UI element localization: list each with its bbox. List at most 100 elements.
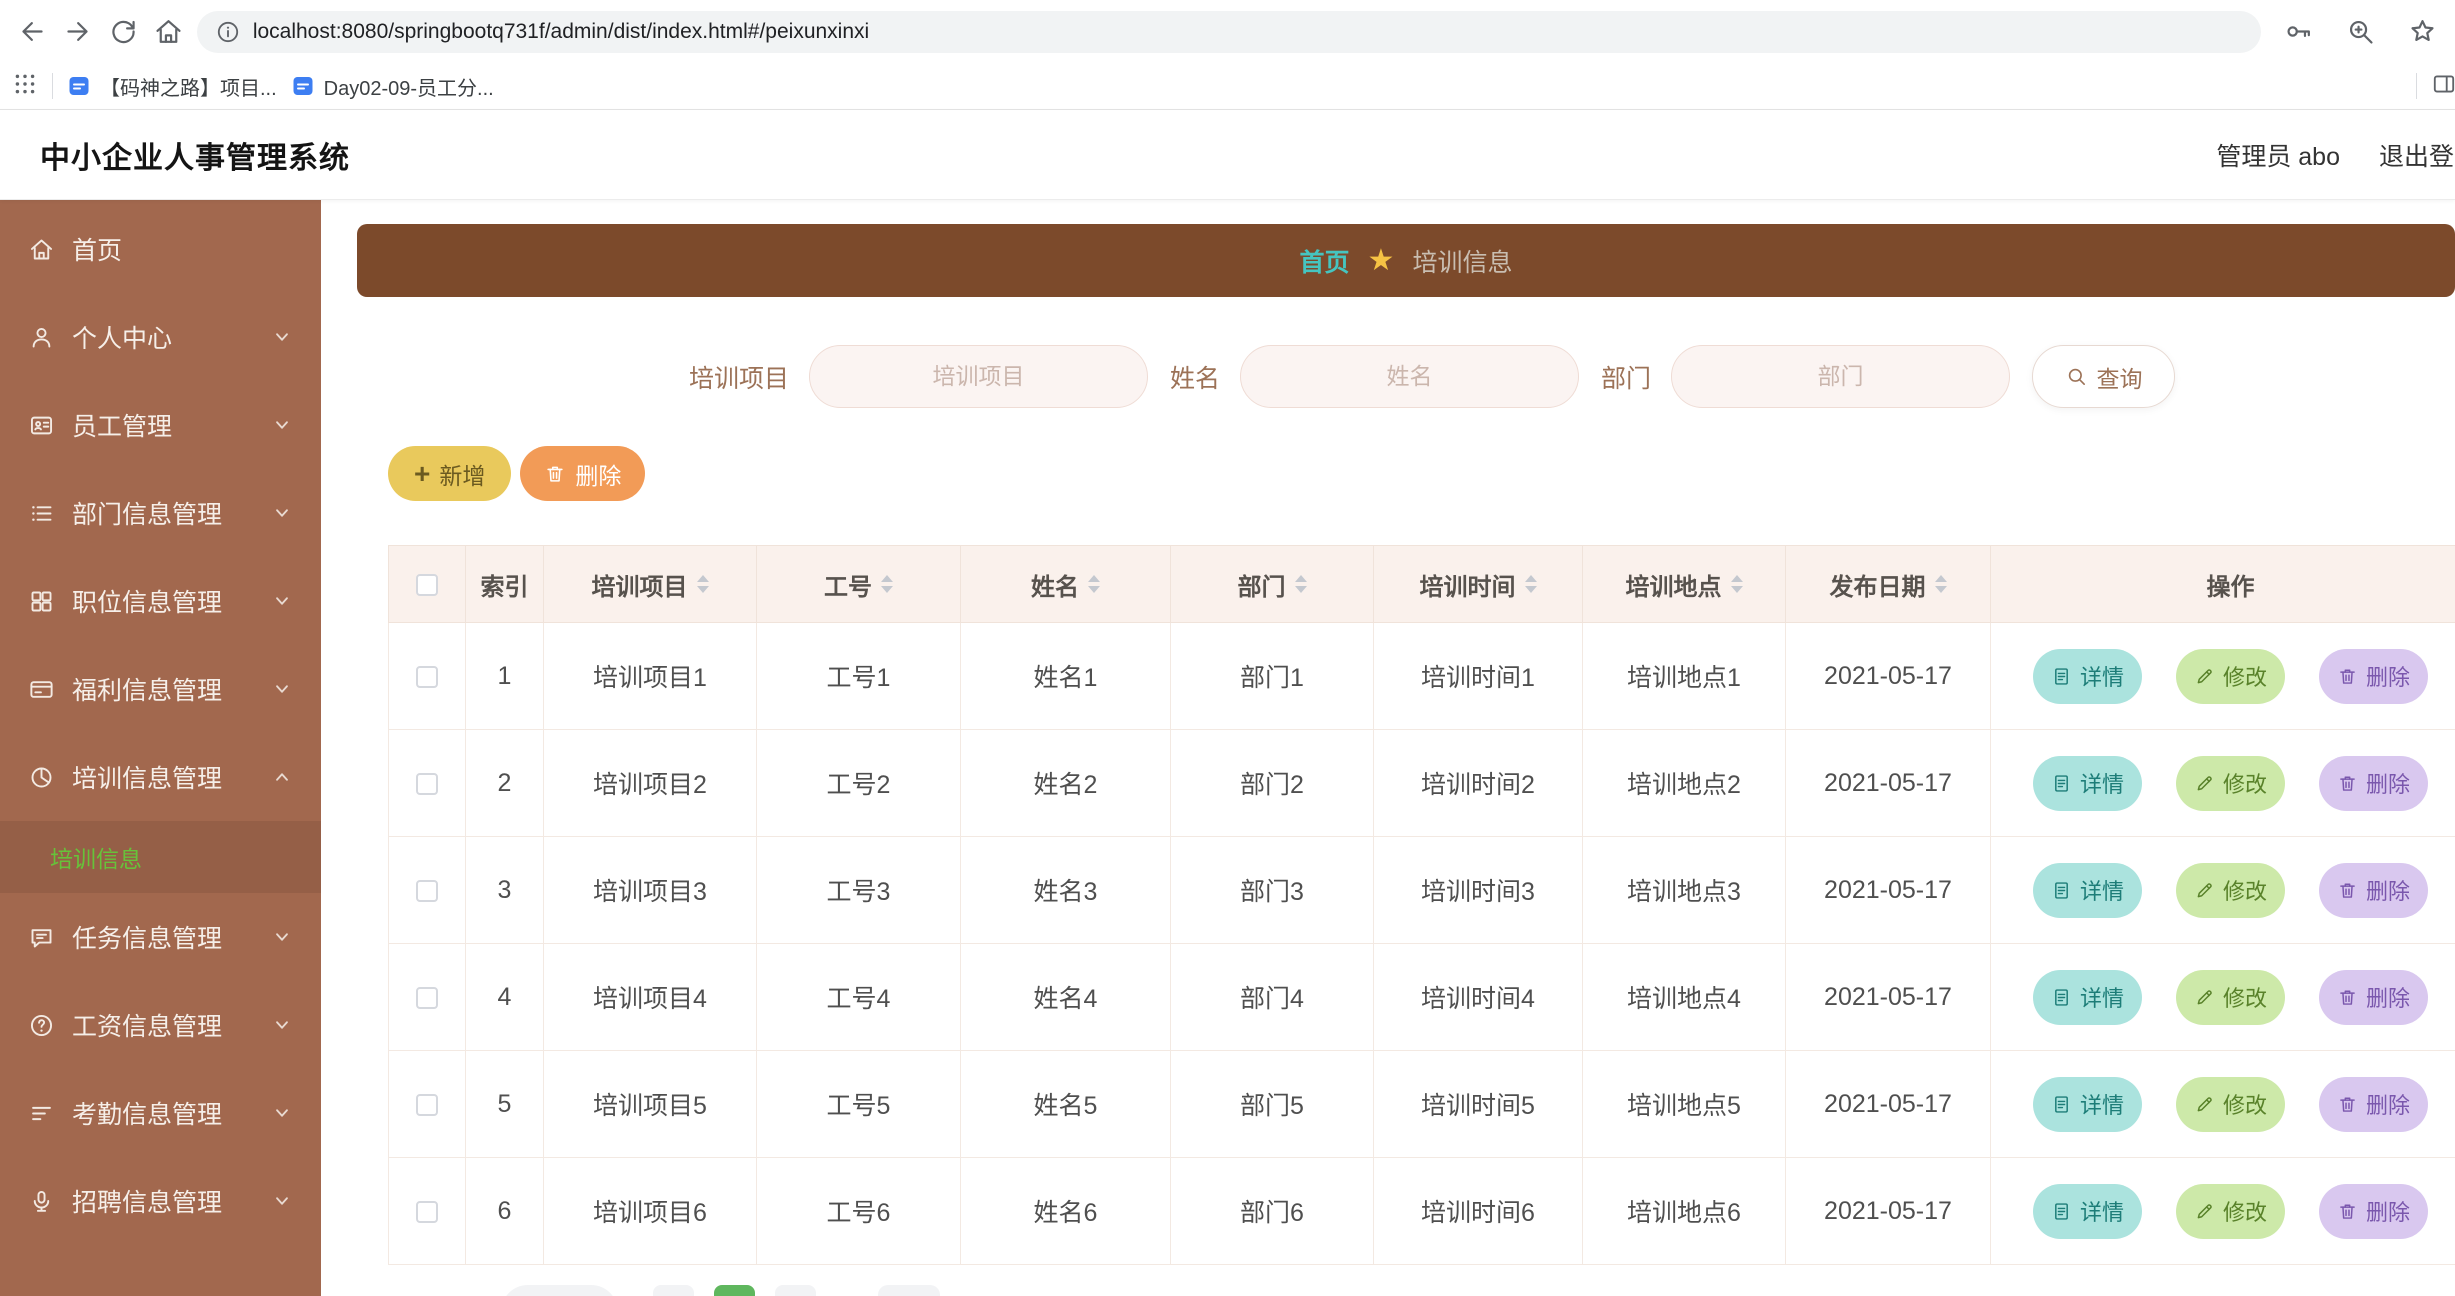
- chevron-up-icon: [276, 773, 288, 781]
- bookmark-item[interactable]: 【码神之路】项目...: [67, 72, 277, 101]
- sidebar: 首页 个人中心 员工管理 部门信息管理 职位信息管理 福利信息管理 培训信息管理…: [0, 200, 321, 1296]
- detail-button[interactable]: 详情: [2032, 648, 2142, 704]
- sidebar-item-training-info-active[interactable]: 培训信息: [0, 821, 321, 893]
- cell-time: 培训时间4: [1373, 943, 1583, 1051]
- detail-button[interactable]: 详情: [2032, 969, 2142, 1025]
- col-header-date[interactable]: 发布日期: [1785, 545, 1991, 623]
- add-button[interactable]: + 新增: [388, 446, 512, 501]
- cell-time: 培训时间6: [1373, 1157, 1583, 1265]
- batch-delete-button[interactable]: 删除: [520, 446, 646, 501]
- sidebar-item-recruitment-mgmt[interactable]: 招聘信息管理: [0, 1157, 321, 1245]
- detail-button[interactable]: 详情: [2032, 755, 2142, 811]
- row-checkbox[interactable]: [416, 986, 438, 1009]
- side-panel-button[interactable]: [2431, 71, 2455, 102]
- home-button[interactable]: [146, 9, 191, 55]
- edit-button[interactable]: 修改: [2175, 969, 2285, 1025]
- forward-button[interactable]: [55, 9, 100, 55]
- col-label: 部门: [1237, 573, 1286, 601]
- search-input-project[interactable]: [809, 345, 1149, 408]
- logout-link[interactable]: 退出登录: [2379, 137, 2455, 173]
- edit-button[interactable]: 修改: [2175, 1076, 2285, 1132]
- sidebar-item-welfare-mgmt[interactable]: 福利信息管理: [0, 645, 321, 733]
- search-input-dept[interactable]: [1671, 345, 2011, 408]
- sidebar-item-task-mgmt[interactable]: 任务信息管理: [0, 893, 321, 981]
- sort-icon[interactable]: [1088, 575, 1100, 593]
- col-header-time[interactable]: 培训时间: [1373, 545, 1583, 623]
- sidebar-item-personal-center[interactable]: 个人中心: [0, 293, 321, 381]
- delete-button[interactable]: 删除: [2319, 862, 2429, 918]
- sidebar-item-training-mgmt[interactable]: 培训信息管理: [0, 733, 321, 821]
- select-all-checkbox[interactable]: [416, 573, 438, 596]
- pagination-page-button[interactable]: [653, 1285, 694, 1296]
- delete-button[interactable]: 删除: [2319, 1076, 2429, 1132]
- browser-toolbar: localhost:8080/springbootq731f/admin/dis…: [0, 0, 2455, 63]
- detail-button[interactable]: 详情: [2032, 1183, 2142, 1239]
- sort-icon[interactable]: [1524, 575, 1537, 593]
- sidebar-item-department-mgmt[interactable]: 部门信息管理: [0, 469, 321, 557]
- sidebar-item-attendance-mgmt[interactable]: 考勤信息管理: [0, 1069, 321, 1157]
- sidebar-item-label: 培训信息管理: [72, 765, 223, 793]
- col-label: 索引: [480, 573, 529, 601]
- document-icon: [2055, 1202, 2068, 1220]
- edit-button[interactable]: 修改: [2175, 862, 2285, 918]
- cell-index: 6: [465, 1157, 544, 1265]
- calendar-favicon: [69, 77, 89, 95]
- row-checkbox[interactable]: [416, 1200, 438, 1223]
- sidebar-item-position-mgmt[interactable]: 职位信息管理: [0, 557, 321, 645]
- search-label-dept: 部门: [1601, 364, 1652, 393]
- refresh-button[interactable]: [100, 9, 145, 55]
- sidebar-item-home[interactable]: 首页: [0, 205, 321, 293]
- delete-button[interactable]: 删除: [2319, 755, 2429, 811]
- pagination-page-button[interactable]: [775, 1285, 816, 1296]
- delete-button-label: 删除: [575, 462, 622, 489]
- pagination-prev-button[interactable]: [501, 1285, 618, 1296]
- col-header-place[interactable]: 培训地点: [1582, 545, 1786, 623]
- main-content: 首页 ★ 培训信息 培训项目 姓名 部门 查询 + 新增 删除: [321, 200, 2455, 1296]
- edit-button[interactable]: 修改: [2175, 1183, 2285, 1239]
- sidebar-item-employee-mgmt[interactable]: 员工管理: [0, 381, 321, 469]
- col-header-name[interactable]: 姓名: [960, 545, 1171, 623]
- edit-button[interactable]: 修改: [2175, 755, 2285, 811]
- bookmark-button[interactable]: [2399, 9, 2445, 55]
- apps-button[interactable]: [12, 71, 38, 102]
- col-header-work-id[interactable]: 工号: [756, 545, 961, 623]
- delete-button[interactable]: 删除: [2319, 1183, 2429, 1239]
- row-checkbox[interactable]: [416, 772, 438, 795]
- table-row: 5 培训项目5 工号5 姓名5 部门5 培训时间5 培训地点5 2021-05-…: [388, 1050, 2455, 1158]
- bookmark-label: Day02-09-员工分...: [323, 77, 494, 100]
- cell-time: 培训时间5: [1373, 1050, 1583, 1158]
- sort-icon[interactable]: [1934, 575, 1947, 593]
- col-label: 操作: [2206, 573, 2255, 601]
- detail-button[interactable]: 详情: [2032, 1076, 2142, 1132]
- sidebar-item-salary-mgmt[interactable]: 工资信息管理: [0, 981, 321, 1069]
- row-checkbox[interactable]: [416, 879, 438, 902]
- address-bar[interactable]: localhost:8080/springbootq731f/admin/dis…: [196, 10, 2261, 53]
- edit-button[interactable]: 修改: [2175, 648, 2285, 704]
- cell-work-id: 工号4: [756, 943, 961, 1051]
- query-button[interactable]: 查询: [2032, 345, 2176, 408]
- select-all-cell: [388, 545, 466, 623]
- zoom-button[interactable]: [2337, 9, 2383, 55]
- sort-icon[interactable]: [1294, 575, 1307, 593]
- pen-icon: [2197, 882, 2212, 897]
- sort-icon[interactable]: [696, 575, 709, 593]
- bookmarks-separator: [2416, 73, 2417, 99]
- delete-button[interactable]: 删除: [2319, 648, 2429, 704]
- search-input-name[interactable]: [1240, 345, 1580, 408]
- app-header: 中小企业人事管理系统 管理员 abo 退出登录: [0, 110, 2455, 200]
- sort-icon[interactable]: [1730, 575, 1743, 593]
- breadcrumb-home-link[interactable]: 首页: [1300, 243, 1350, 279]
- row-checkbox[interactable]: [416, 665, 438, 688]
- apps-grid-icon: [15, 74, 35, 93]
- delete-button[interactable]: 删除: [2319, 969, 2429, 1025]
- password-manager-button[interactable]: [2275, 9, 2321, 55]
- row-checkbox[interactable]: [416, 1093, 438, 1116]
- pagination-active-page[interactable]: [714, 1285, 755, 1296]
- col-header-dept[interactable]: 部门: [1170, 545, 1374, 623]
- sort-icon[interactable]: [881, 575, 893, 593]
- back-button[interactable]: [10, 9, 55, 55]
- col-header-project[interactable]: 培训项目: [543, 545, 757, 623]
- detail-button[interactable]: 详情: [2032, 862, 2142, 918]
- bookmark-item[interactable]: Day02-09-员工分...: [291, 72, 494, 101]
- pagination-next-button[interactable]: [878, 1285, 940, 1296]
